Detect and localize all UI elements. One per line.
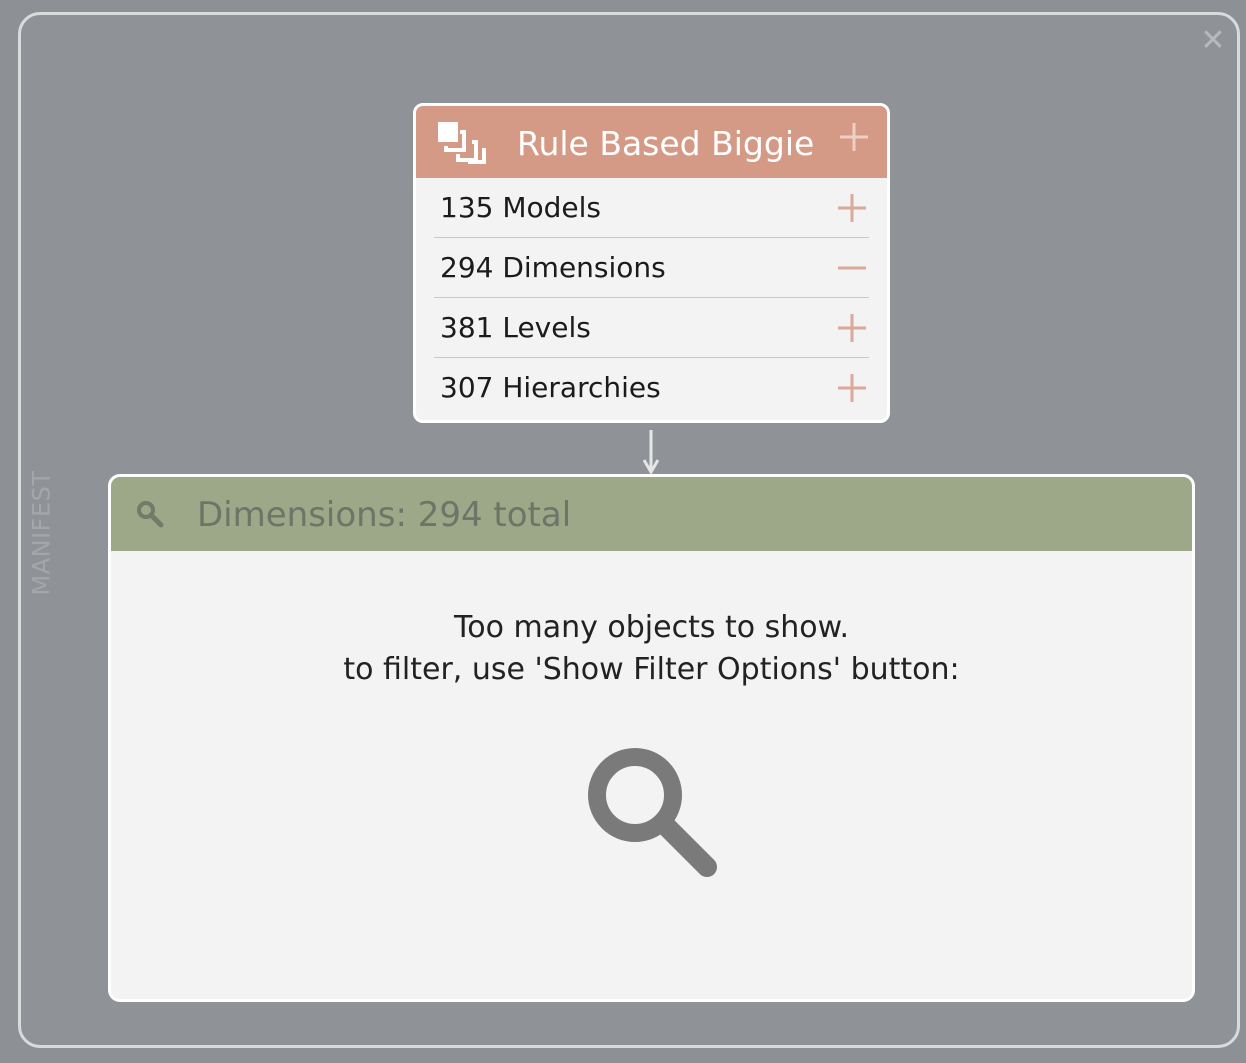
model-card: Rule Based Biggie 135 Models 294 Dimensi… [413,103,890,423]
show-filter-options-search-icon[interactable] [583,743,723,883]
row-label: 294 Dimensions [440,251,666,284]
manifest-label-text: MANIFEST [28,469,56,596]
dimensions-panel-title: Dimensions: 294 total [197,495,572,535]
row-label: 381 Levels [440,311,591,344]
row-label: 307 Hierarchies [440,371,661,404]
model-card-header: Rule Based Biggie [416,106,887,178]
expand-plus-icon[interactable] [835,371,869,405]
dimensions-panel: Dimensions: 294 total Too many objects t… [108,474,1195,1002]
model-card-title: Rule Based Biggie [517,124,815,163]
manifest-side-label: MANIFEST [12,460,72,605]
dimensions-panel-header: Dimensions: 294 total [111,477,1192,551]
row-dimensions[interactable]: 294 Dimensions [434,238,869,298]
row-levels[interactable]: 381 Levels [434,298,869,358]
search-icon[interactable] [135,499,165,529]
connector-arrow-icon [642,430,660,475]
expand-plus-icon[interactable] [835,191,869,225]
layers-icon [438,122,486,164]
collapse-minus-icon[interactable] [835,251,869,285]
expand-plus-icon[interactable] [835,311,869,345]
row-models[interactable]: 135 Models [434,178,869,238]
row-label: 135 Models [440,191,601,224]
close-icon[interactable]: ✕ [1198,26,1228,56]
row-hierarchies[interactable]: 307 Hierarchies [434,358,869,417]
add-model-plus-icon[interactable] [837,120,871,154]
filter-hint-message: to filter, use 'Show Filter Options' but… [343,652,960,687]
too-many-objects-message: Too many objects to show. [454,610,849,645]
